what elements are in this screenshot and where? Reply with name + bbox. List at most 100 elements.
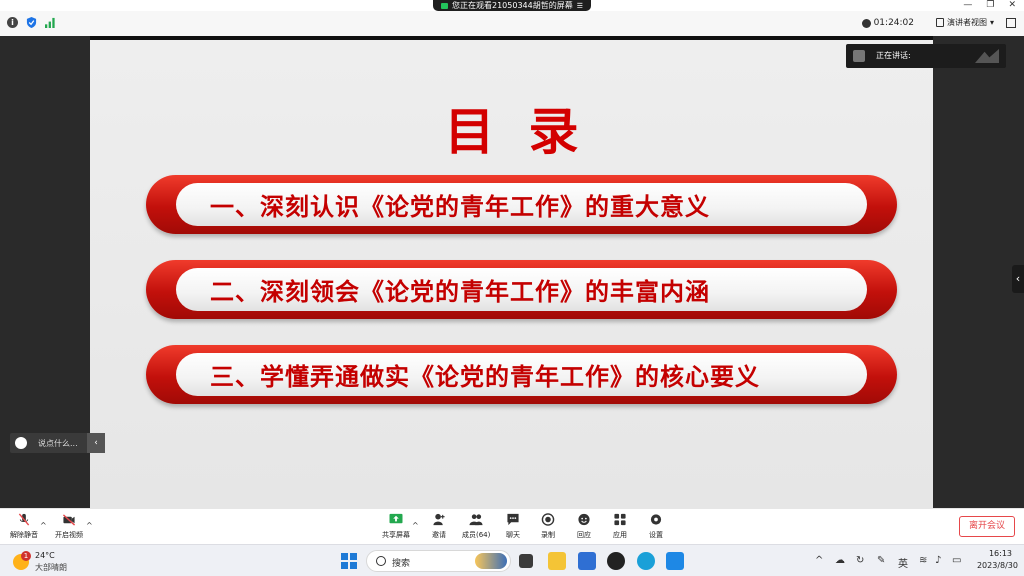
share-screen-label: 共享屏幕 bbox=[382, 531, 410, 539]
task-view-icon[interactable] bbox=[519, 554, 533, 568]
close-icon[interactable]: ✕ bbox=[1008, 0, 1016, 11]
meeting-area: 目录 一、深刻认识《论党的青年工作》的重大意义 二、深刻领会《论党的青年工作》的… bbox=[0, 36, 1024, 508]
taskbar-date[interactable]: 2023/8/30 bbox=[977, 561, 1018, 570]
start-video-button[interactable]: 开启视频 bbox=[55, 513, 83, 540]
share-screen-button[interactable]: 共享屏幕 bbox=[382, 513, 410, 540]
chat-button[interactable]: 聊天 bbox=[506, 513, 520, 540]
gear-icon bbox=[650, 514, 662, 525]
speaking-label: 正在讲话: bbox=[876, 51, 911, 60]
reactions-button[interactable]: 回应 bbox=[577, 513, 591, 540]
minimize-icon[interactable]: — bbox=[963, 0, 972, 11]
search-highlight-image bbox=[475, 553, 507, 569]
screen-share-banner[interactable]: 您正在观看21050344胡哲的屏幕 ☰ bbox=[433, 0, 591, 11]
show-hidden-icons-chevron-icon[interactable]: ^ bbox=[815, 555, 823, 566]
active-speaker-tile[interactable]: 正在讲话: bbox=[846, 44, 1006, 68]
wifi-icon[interactable]: ≋ bbox=[919, 555, 927, 566]
dell-icon[interactable] bbox=[607, 552, 625, 570]
agenda-item-1-inner: 一、深刻认识《论党的青年工作》的重大意义 bbox=[176, 183, 867, 226]
fullscreen-icon[interactable] bbox=[1006, 18, 1016, 28]
avatar bbox=[853, 50, 865, 62]
agenda-item-3: 三、学懂弄通做实《论党的青年工作》的核心要义 bbox=[146, 345, 897, 404]
chat-icon bbox=[507, 513, 519, 526]
file-explorer-icon[interactable] bbox=[548, 552, 566, 570]
record-button[interactable]: 录制 bbox=[541, 513, 555, 540]
view-icon bbox=[935, 18, 944, 27]
chat-placeholder: 说点什么... bbox=[38, 439, 78, 448]
settings-label: 设置 bbox=[649, 531, 663, 539]
meeting-timer: 01:24:02 bbox=[861, 18, 914, 28]
members-label: 成员(64) bbox=[462, 531, 491, 539]
invite-label: 邀请 bbox=[432, 531, 446, 539]
pen-icon[interactable]: ✎ bbox=[877, 555, 885, 566]
chat-collapse-icon[interactable]: ‹ bbox=[87, 433, 105, 453]
agenda-item-1-text: 一、深刻认识《论党的青年工作》的重大意义 bbox=[210, 193, 710, 221]
windows-taskbar: 1 24°C 大部晴朗 搜索 ^ ☁ ↻ ✎ 英 ≋ ♪ ▭ 16:13 202… bbox=[0, 544, 1024, 576]
restore-icon[interactable]: ❐ bbox=[986, 0, 994, 11]
unmute-button[interactable]: 解除静音 bbox=[10, 513, 38, 540]
video-options-chevron-icon[interactable]: ^ bbox=[86, 521, 93, 530]
speaker-icon[interactable]: ♪ bbox=[935, 555, 941, 566]
members-button[interactable]: 成员(64) bbox=[462, 513, 490, 540]
taskbar-time[interactable]: 16:13 bbox=[989, 549, 1012, 558]
settings-button[interactable]: 设置 bbox=[649, 513, 663, 540]
muted-mic-icon bbox=[18, 513, 30, 526]
invite-icon bbox=[433, 513, 445, 526]
emoji-icon[interactable] bbox=[15, 437, 27, 449]
signal-strength-icon[interactable] bbox=[45, 17, 56, 28]
record-icon bbox=[541, 513, 555, 526]
view-label: 演讲者视图 bbox=[946, 18, 987, 27]
record-label: 录制 bbox=[541, 531, 555, 539]
edge-browser-icon[interactable] bbox=[637, 552, 655, 570]
title-bar: — ❐ ✕ i 01:24:02 演讲者视图 ▾ bbox=[0, 0, 1024, 36]
search-icon bbox=[376, 556, 386, 566]
timer-text: 01:24:02 bbox=[873, 18, 914, 28]
reactions-label: 回应 bbox=[577, 531, 591, 539]
agenda-item-2-text: 二、深刻领会《论党的青年工作》的丰富内涵 bbox=[210, 278, 710, 306]
banner-text: 您正在观看21050344胡哲的屏幕 bbox=[452, 1, 573, 10]
invite-button[interactable]: 邀请 bbox=[432, 513, 446, 540]
agenda-item-2-inner: 二、深刻领会《论党的青年工作》的丰富内涵 bbox=[176, 268, 867, 311]
agenda-item-3-inner: 三、学懂弄通做实《论党的青年工作》的核心要义 bbox=[176, 353, 867, 396]
chat-label: 聊天 bbox=[506, 531, 520, 539]
taskbar-search[interactable]: 搜索 bbox=[366, 550, 511, 572]
view-mode-button[interactable]: 演讲者视图 ▾ bbox=[935, 17, 994, 28]
share-screen-icon bbox=[389, 513, 403, 524]
sidebar-toggle-chevron-icon[interactable]: ‹ bbox=[1012, 265, 1024, 293]
info-icon[interactable]: i bbox=[7, 17, 18, 28]
reactions-icon bbox=[578, 513, 590, 526]
chevron-down-icon: ▾ bbox=[989, 18, 994, 27]
audio-level-icon bbox=[975, 49, 999, 63]
share-options-chevron-icon[interactable]: ^ bbox=[412, 521, 419, 530]
shared-slide: 目录 一、深刻认识《论党的青年工作》的重大意义 二、深刻领会《论党的青年工作》的… bbox=[90, 40, 933, 508]
members-icon bbox=[469, 514, 483, 526]
video-off-icon bbox=[62, 514, 76, 526]
window-controls: — ❐ ✕ bbox=[963, 0, 1016, 11]
weather-description: 大部晴朗 bbox=[35, 563, 67, 572]
apps-button[interactable]: 应用 bbox=[613, 513, 627, 540]
search-placeholder: 搜索 bbox=[392, 559, 411, 569]
apps-icon bbox=[614, 513, 626, 526]
agenda-item-2: 二、深刻领会《论党的青年工作》的丰富内涵 bbox=[146, 260, 897, 319]
agenda-item-3-text: 三、学懂弄通做实《论党的青年工作》的核心要义 bbox=[210, 363, 760, 391]
apps-label: 应用 bbox=[613, 531, 627, 539]
battery-icon[interactable]: ▭ bbox=[952, 555, 961, 566]
start-button[interactable] bbox=[341, 553, 357, 569]
clock-icon bbox=[861, 18, 871, 28]
agenda-item-1: 一、深刻认识《论党的青年工作》的重大意义 bbox=[146, 175, 897, 234]
start-video-label: 开启视频 bbox=[55, 531, 83, 539]
unmute-label: 解除静音 bbox=[10, 531, 38, 539]
slide-title: 目录 bbox=[444, 103, 613, 161]
leave-meeting-button[interactable]: 离开会议 bbox=[959, 516, 1015, 537]
notification-badge: 1 bbox=[21, 551, 31, 561]
chat-input[interactable]: 说点什么... ‹ bbox=[10, 433, 105, 453]
sync-icon[interactable]: ↻ bbox=[856, 555, 864, 566]
cloud-icon[interactable]: ☁ bbox=[835, 555, 845, 566]
shield-icon[interactable] bbox=[26, 17, 37, 28]
temperature: 24°C bbox=[35, 551, 55, 560]
share-indicator-icon bbox=[441, 2, 448, 9]
ime-indicator[interactable]: 英 bbox=[898, 555, 908, 570]
audio-options-chevron-icon[interactable]: ^ bbox=[40, 521, 47, 530]
menu-icon[interactable]: ☰ bbox=[577, 2, 583, 10]
meeting-app-icon[interactable] bbox=[666, 552, 684, 570]
store-icon[interactable] bbox=[578, 552, 596, 570]
